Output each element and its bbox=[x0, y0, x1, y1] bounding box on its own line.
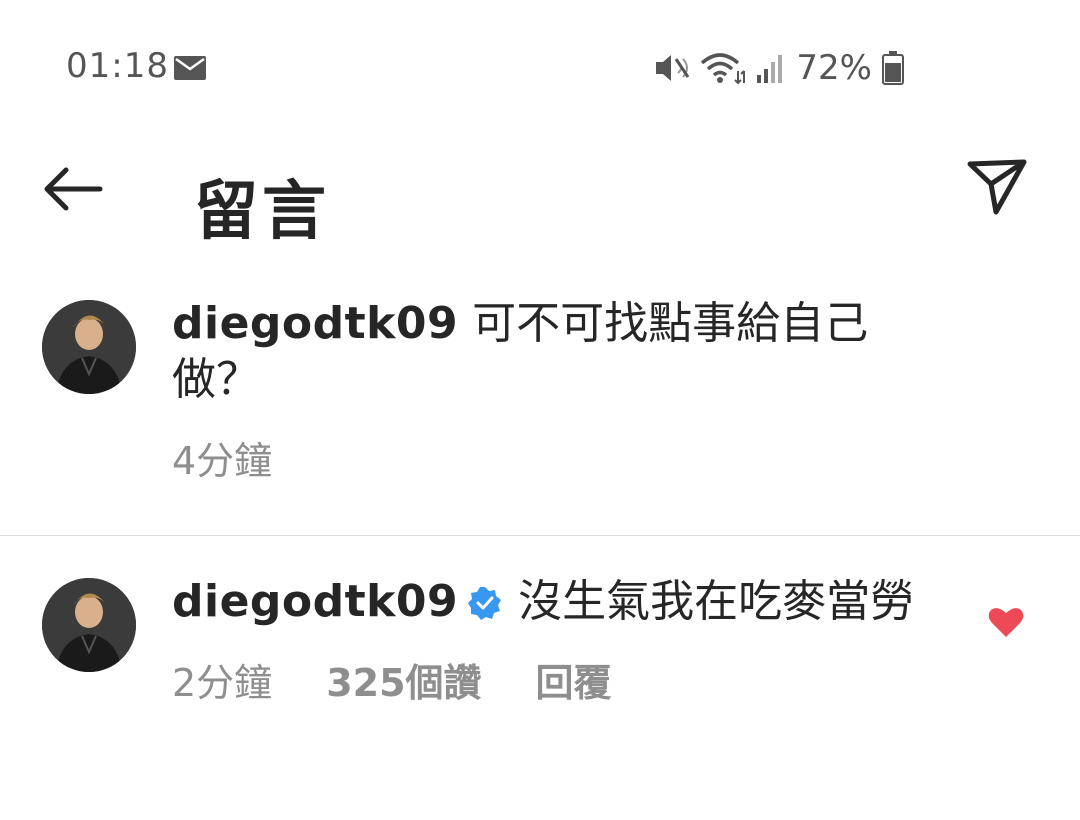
comment-text: diegodtk09 可不可找點事給自己做？ bbox=[172, 296, 932, 408]
heart-icon[interactable] bbox=[988, 606, 1024, 638]
comment-username[interactable]: diegodtk09 bbox=[172, 576, 458, 627]
comment-meta: 2分鐘 325個讚 回覆 bbox=[172, 652, 932, 707]
wifi-icon bbox=[701, 53, 746, 85]
signal-icon bbox=[757, 55, 783, 83]
status-time: 01:18 bbox=[66, 46, 169, 86]
likes-count[interactable]: 325個讚 bbox=[326, 652, 481, 707]
verified-badge-icon bbox=[468, 587, 502, 620]
battery-percent: 72% bbox=[796, 48, 872, 88]
avatar-image bbox=[42, 578, 136, 672]
comment-timestamp: 4分鐘 bbox=[172, 439, 273, 483]
avatar[interactable] bbox=[42, 300, 136, 394]
send-icon[interactable] bbox=[964, 154, 1030, 220]
status-icons: 72% bbox=[654, 48, 904, 88]
comment-message: 沒生氣我在吃麥當勞 bbox=[518, 576, 915, 627]
divider bbox=[0, 535, 1080, 536]
reply-button[interactable]: 回覆 bbox=[536, 652, 612, 707]
comment-username[interactable]: diegodtk09 bbox=[172, 298, 458, 349]
mute-icon bbox=[656, 55, 690, 81]
comment-text: diegodtk09 沒生氣我在吃麥當勞 bbox=[172, 574, 932, 630]
comment-timestamp: 2分鐘 bbox=[172, 661, 273, 705]
comment-body: diegodtk09 沒生氣我在吃麥當勞 2分鐘 325個讚 回覆 bbox=[172, 574, 932, 707]
page-title: 留言 bbox=[194, 175, 330, 249]
comment-body: diegodtk09 可不可找點事給自己做？ 4分鐘 bbox=[172, 296, 932, 485]
battery-icon bbox=[882, 51, 904, 85]
avatar[interactable] bbox=[42, 578, 136, 672]
comment-meta: 4分鐘 bbox=[172, 430, 932, 485]
back-arrow-icon[interactable] bbox=[40, 164, 106, 214]
header: 留言 bbox=[0, 140, 1080, 250]
mail-icon bbox=[174, 56, 206, 80]
status-bar: 01:18 72% bbox=[0, 0, 1080, 140]
avatar-image bbox=[42, 300, 136, 394]
